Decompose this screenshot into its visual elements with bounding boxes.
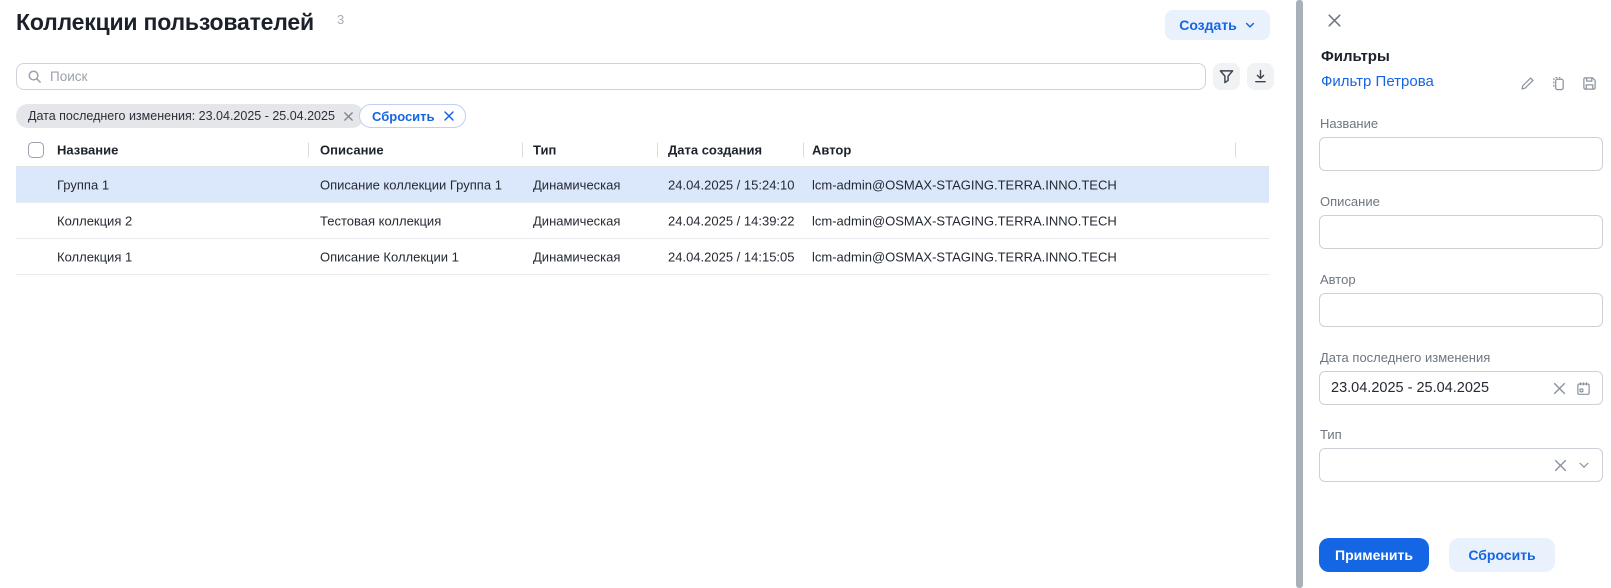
saved-filter-link[interactable]: Фильтр Петрова (1321, 73, 1434, 90)
column-header-type[interactable]: Тип (533, 143, 556, 158)
row-type: Динамическая (533, 177, 620, 192)
chevron-down-icon[interactable] (1577, 458, 1591, 472)
row-name: Группа 1 (57, 177, 109, 192)
table-row[interactable]: Коллекция 2 Тестовая коллекция Динамичес… (16, 203, 1269, 239)
export-button[interactable] (1247, 63, 1274, 90)
reset-filters-chip-label: Сбросить (372, 109, 435, 124)
download-icon (1253, 69, 1268, 84)
date-range-value: 23.04.2025 - 25.04.2025 (1331, 380, 1543, 396)
column-divider (657, 143, 658, 158)
author-field-label: Автор (1320, 272, 1356, 287)
column-header-description[interactable]: Описание (320, 143, 384, 158)
row-created: 24.04.2025 / 14:15:05 (668, 249, 795, 264)
row-type: Динамическая (533, 249, 620, 264)
name-input[interactable] (1331, 146, 1591, 162)
reset-close-icon[interactable] (443, 110, 455, 122)
copy-icon (1551, 76, 1566, 91)
search-icon (27, 69, 42, 84)
close-panel-button[interactable] (1323, 9, 1345, 31)
active-filter-chip-label: Дата последнего изменения: 23.04.2025 - … (28, 109, 335, 123)
filters-panel: Фильтры Фильтр Петрова Название Описание… (1303, 0, 1611, 588)
row-author: lcm-admin@OSMAX-STAGING.TERRA.INNO.TECH (812, 249, 1117, 264)
row-author: lcm-admin@OSMAX-STAGING.TERRA.INNO.TECH (812, 213, 1117, 228)
column-header-author[interactable]: Автор (812, 143, 851, 158)
table-header: Название Описание Тип Дата создания Авто… (16, 134, 1269, 167)
author-field (1319, 293, 1603, 327)
row-created: 24.04.2025 / 14:39:22 (668, 213, 795, 228)
column-divider (803, 143, 804, 158)
description-input[interactable] (1331, 224, 1591, 240)
close-icon (1326, 12, 1343, 29)
funnel-icon (1219, 69, 1234, 84)
filters-panel-title: Фильтры (1321, 48, 1390, 65)
reset-filters-chip[interactable]: Сбросить (359, 104, 466, 128)
search-input[interactable] (50, 69, 1195, 84)
column-header-name[interactable]: Название (57, 143, 118, 158)
edit-filter-button[interactable] (1518, 74, 1536, 92)
search-box (16, 63, 1206, 90)
row-description: Тестовая коллекция (320, 213, 441, 228)
collections-count: 3 (337, 12, 344, 27)
panel-resize-handle[interactable] (1296, 0, 1303, 588)
reset-filters-button[interactable]: Сбросить (1449, 538, 1555, 572)
save-filter-button[interactable] (1580, 74, 1598, 92)
page-title: Коллекции пользователей (16, 9, 314, 36)
row-type: Динамическая (533, 213, 620, 228)
date-range-field[interactable]: 23.04.2025 - 25.04.2025 (1319, 371, 1603, 405)
row-author: lcm-admin@OSMAX-STAGING.TERRA.INNO.TECH (812, 177, 1117, 192)
description-field-label: Описание (1320, 194, 1380, 209)
column-header-created[interactable]: Дата создания (668, 143, 762, 158)
apply-filters-button[interactable]: Применить (1319, 538, 1429, 572)
clear-date-icon[interactable] (1553, 382, 1566, 395)
row-name: Коллекция 2 (57, 213, 132, 228)
filter-button[interactable] (1213, 63, 1240, 90)
create-button-label: Создать (1179, 17, 1237, 33)
column-divider (522, 143, 523, 158)
description-field (1319, 215, 1603, 249)
name-field (1319, 137, 1603, 171)
create-button[interactable]: Создать (1165, 10, 1270, 40)
save-icon (1582, 76, 1597, 91)
table-row[interactable]: Группа 1 Описание коллекции Группа 1 Дин… (16, 167, 1269, 203)
chevron-down-icon (1244, 19, 1256, 31)
author-input[interactable] (1331, 302, 1591, 318)
row-description: Описание коллекции Группа 1 (320, 177, 502, 192)
row-description: Описание Коллекции 1 (320, 249, 459, 264)
row-name: Коллекция 1 (57, 249, 132, 264)
calendar-icon[interactable] (1576, 381, 1591, 396)
type-select[interactable] (1319, 448, 1603, 482)
column-divider (308, 143, 309, 158)
row-created: 24.04.2025 / 15:24:10 (668, 177, 795, 192)
remove-filter-icon[interactable] (343, 111, 354, 122)
clear-type-icon[interactable] (1554, 459, 1567, 472)
column-divider (1235, 143, 1236, 158)
type-field-label: Тип (1320, 427, 1342, 442)
copy-filter-button[interactable] (1549, 74, 1567, 92)
name-field-label: Название (1320, 116, 1378, 131)
edit-pencil-icon (1520, 76, 1535, 91)
table-row[interactable]: Коллекция 1 Описание Коллекции 1 Динамич… (16, 239, 1269, 275)
user-collections-page: Коллекции пользователей 3 Создать Дата п… (0, 0, 1611, 588)
active-filter-chip[interactable]: Дата последнего изменения: 23.04.2025 - … (16, 104, 364, 128)
date-field-label: Дата последнего изменения (1320, 350, 1490, 365)
select-all-checkbox[interactable] (28, 142, 44, 158)
